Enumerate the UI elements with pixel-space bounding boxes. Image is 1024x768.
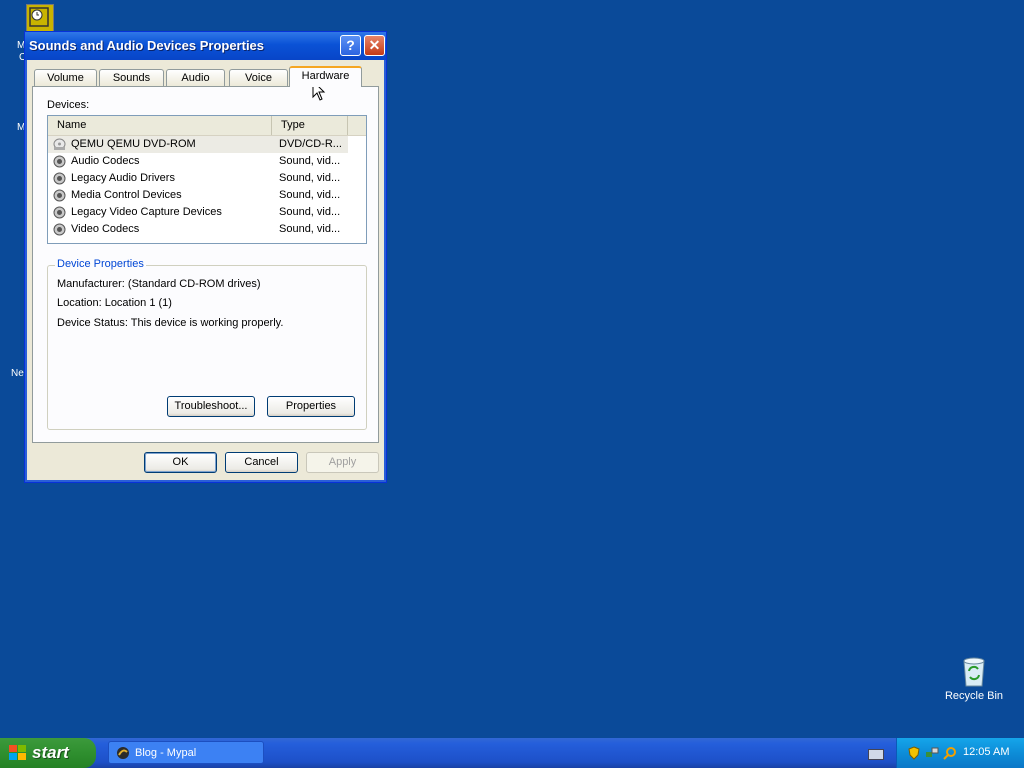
dvd-drive-icon bbox=[53, 138, 66, 150]
recycle-bin-icon bbox=[963, 657, 985, 687]
device-properties-group: Device Properties Manufacturer: (Standar… bbox=[47, 258, 367, 430]
dialog-title: Sounds and Audio Devices Properties bbox=[29, 38, 265, 53]
desktop-label-fragment: Ne bbox=[11, 368, 24, 379]
speaker-icon bbox=[53, 189, 66, 202]
ok-button[interactable]: OK bbox=[144, 452, 217, 473]
tab-audio[interactable]: Audio bbox=[166, 69, 225, 86]
security-shield-icon[interactable] bbox=[907, 746, 921, 760]
close-button[interactable]: ✕ bbox=[364, 35, 385, 56]
device-name: QEMU QEMU DVD-ROM bbox=[71, 138, 196, 150]
desktop-icon-clock[interactable] bbox=[26, 4, 54, 32]
start-label: start bbox=[32, 743, 69, 762]
group-title: Device Properties bbox=[55, 258, 146, 270]
speaker-icon bbox=[53, 223, 66, 236]
device-type: DVD/CD-R... bbox=[279, 138, 342, 150]
device-type: Sound, vid... bbox=[279, 223, 341, 235]
browser-icon bbox=[117, 747, 129, 759]
device-name: Legacy Video Capture Devices bbox=[71, 206, 222, 218]
network-icon[interactable] bbox=[925, 746, 939, 760]
clock: 12:05 AM bbox=[963, 746, 1010, 758]
taskbar: start Blog - Mypal 12:05 AM bbox=[0, 738, 1024, 768]
devices-label: Devices: bbox=[47, 99, 90, 111]
list-item[interactable]: QEMU QEMU DVD-ROM DVD/CD-R... bbox=[48, 136, 348, 153]
device-type: Sound, vid... bbox=[279, 206, 341, 218]
device-name: Media Control Devices bbox=[71, 189, 182, 201]
device-type: Sound, vid... bbox=[279, 172, 341, 184]
tab-voice[interactable]: Voice bbox=[229, 69, 288, 86]
apply-button[interactable]: Apply bbox=[306, 452, 379, 473]
device-status-text: Device Status: This device is working pr… bbox=[57, 317, 284, 329]
location-text: Location: Location 1 (1) bbox=[57, 297, 172, 309]
title-bar[interactable]: Sounds and Audio Devices Properties ? ✕ bbox=[25, 32, 386, 60]
clock-icon bbox=[29, 7, 49, 27]
list-item[interactable]: Legacy Audio Drivers Sound, vid... bbox=[48, 170, 348, 187]
manufacturer-text: Manufacturer: (Standard CD-ROM drives) bbox=[57, 278, 261, 290]
system-tray: 12:05 AM bbox=[896, 738, 1024, 768]
list-item[interactable]: Legacy Video Capture Devices Sound, vid.… bbox=[48, 204, 348, 221]
list-item[interactable]: Media Control Devices Sound, vid... bbox=[48, 187, 348, 204]
device-name: Video Codecs bbox=[71, 223, 140, 235]
hardware-tab-panel: Devices: Name Type QEMU QEMU DVD-ROM DVD… bbox=[32, 86, 379, 443]
recycle-bin[interactable]: Recycle Bin bbox=[938, 656, 1010, 702]
help-button[interactable]: ? bbox=[340, 35, 361, 56]
properties-button[interactable]: Properties bbox=[267, 396, 355, 417]
taskbar-item-blog-mypal[interactable]: Blog - Mypal bbox=[108, 741, 264, 764]
recycle-bin-label: Recycle Bin bbox=[944, 690, 1004, 702]
speaker-icon bbox=[53, 172, 66, 185]
speaker-icon bbox=[53, 206, 66, 219]
tab-hardware[interactable]: Hardware bbox=[289, 66, 362, 87]
cancel-button[interactable]: Cancel bbox=[225, 452, 298, 473]
device-name: Audio Codecs bbox=[71, 155, 140, 167]
device-name: Legacy Audio Drivers bbox=[71, 172, 175, 184]
sounds-audio-properties-dialog: Sounds and Audio Devices Properties ? ✕ … bbox=[24, 31, 387, 483]
search-icon[interactable] bbox=[943, 746, 957, 760]
taskbar-item-label: Blog - Mypal bbox=[135, 747, 197, 759]
tab-volume[interactable]: Volume bbox=[34, 69, 97, 86]
speaker-icon bbox=[53, 155, 66, 168]
device-type: Sound, vid... bbox=[279, 155, 341, 167]
list-item[interactable]: Video Codecs Sound, vid... bbox=[48, 221, 348, 238]
column-header-type[interactable]: Type bbox=[272, 116, 348, 135]
list-item[interactable]: Audio Codecs Sound, vid... bbox=[48, 153, 348, 170]
troubleshoot-button[interactable]: Troubleshoot... bbox=[167, 396, 255, 417]
windows-logo-icon bbox=[9, 745, 26, 760]
list-header: Name Type bbox=[48, 116, 366, 136]
column-header-name[interactable]: Name bbox=[48, 116, 272, 135]
device-type: Sound, vid... bbox=[279, 189, 341, 201]
devices-list[interactable]: Name Type QEMU QEMU DVD-ROM DVD/CD-R... … bbox=[47, 115, 367, 244]
keyboard-icon[interactable] bbox=[868, 749, 884, 760]
tab-sounds[interactable]: Sounds bbox=[99, 69, 164, 86]
start-button[interactable]: start bbox=[0, 738, 96, 768]
